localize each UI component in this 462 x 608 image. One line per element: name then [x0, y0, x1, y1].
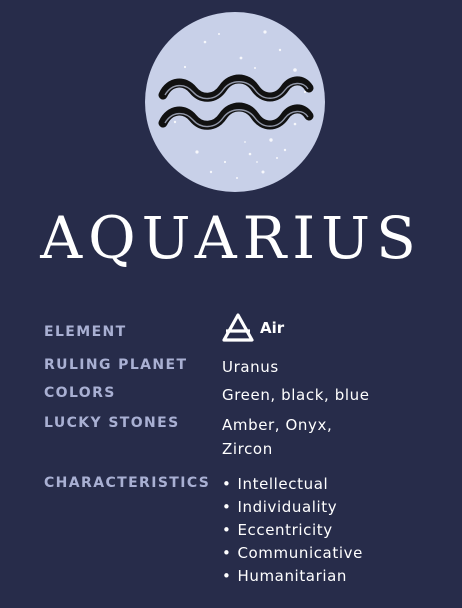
ruling-planet-label: RULING PLANET: [44, 357, 188, 373]
lucky-stones-value: Amber, Onyx, Zircon: [222, 413, 332, 461]
lucky-stones-line: Amber, Onyx,: [222, 416, 333, 434]
element-value: Air: [222, 313, 284, 343]
characteristic-item: Communicative: [222, 542, 363, 565]
characteristic-item: Humanitarian: [222, 565, 363, 588]
colors-label: COLORS: [44, 385, 116, 401]
sign-title: AQUARIUS: [40, 204, 422, 272]
air-triangle-icon: [222, 313, 254, 342]
lucky-stones-label: LUCKY STONES: [44, 415, 180, 431]
characteristics-label: CHARACTERISTICS: [44, 475, 211, 491]
characteristics-list: Intellectual Individuality Eccentricity …: [222, 473, 363, 588]
colors-value: Green, black, blue: [222, 386, 370, 404]
characteristic-item: Intellectual: [222, 473, 363, 496]
characteristic-item: Eccentricity: [222, 519, 363, 542]
ruling-planet-value: Uranus: [222, 358, 279, 376]
lucky-stones-line: Zircon: [222, 440, 273, 458]
element-label: ELEMENT: [44, 324, 127, 340]
element-value-text: Air: [260, 319, 285, 337]
characteristic-item: Individuality: [222, 496, 363, 519]
moon-circle: [145, 12, 325, 192]
aquarius-symbol-icon: [158, 30, 314, 179]
